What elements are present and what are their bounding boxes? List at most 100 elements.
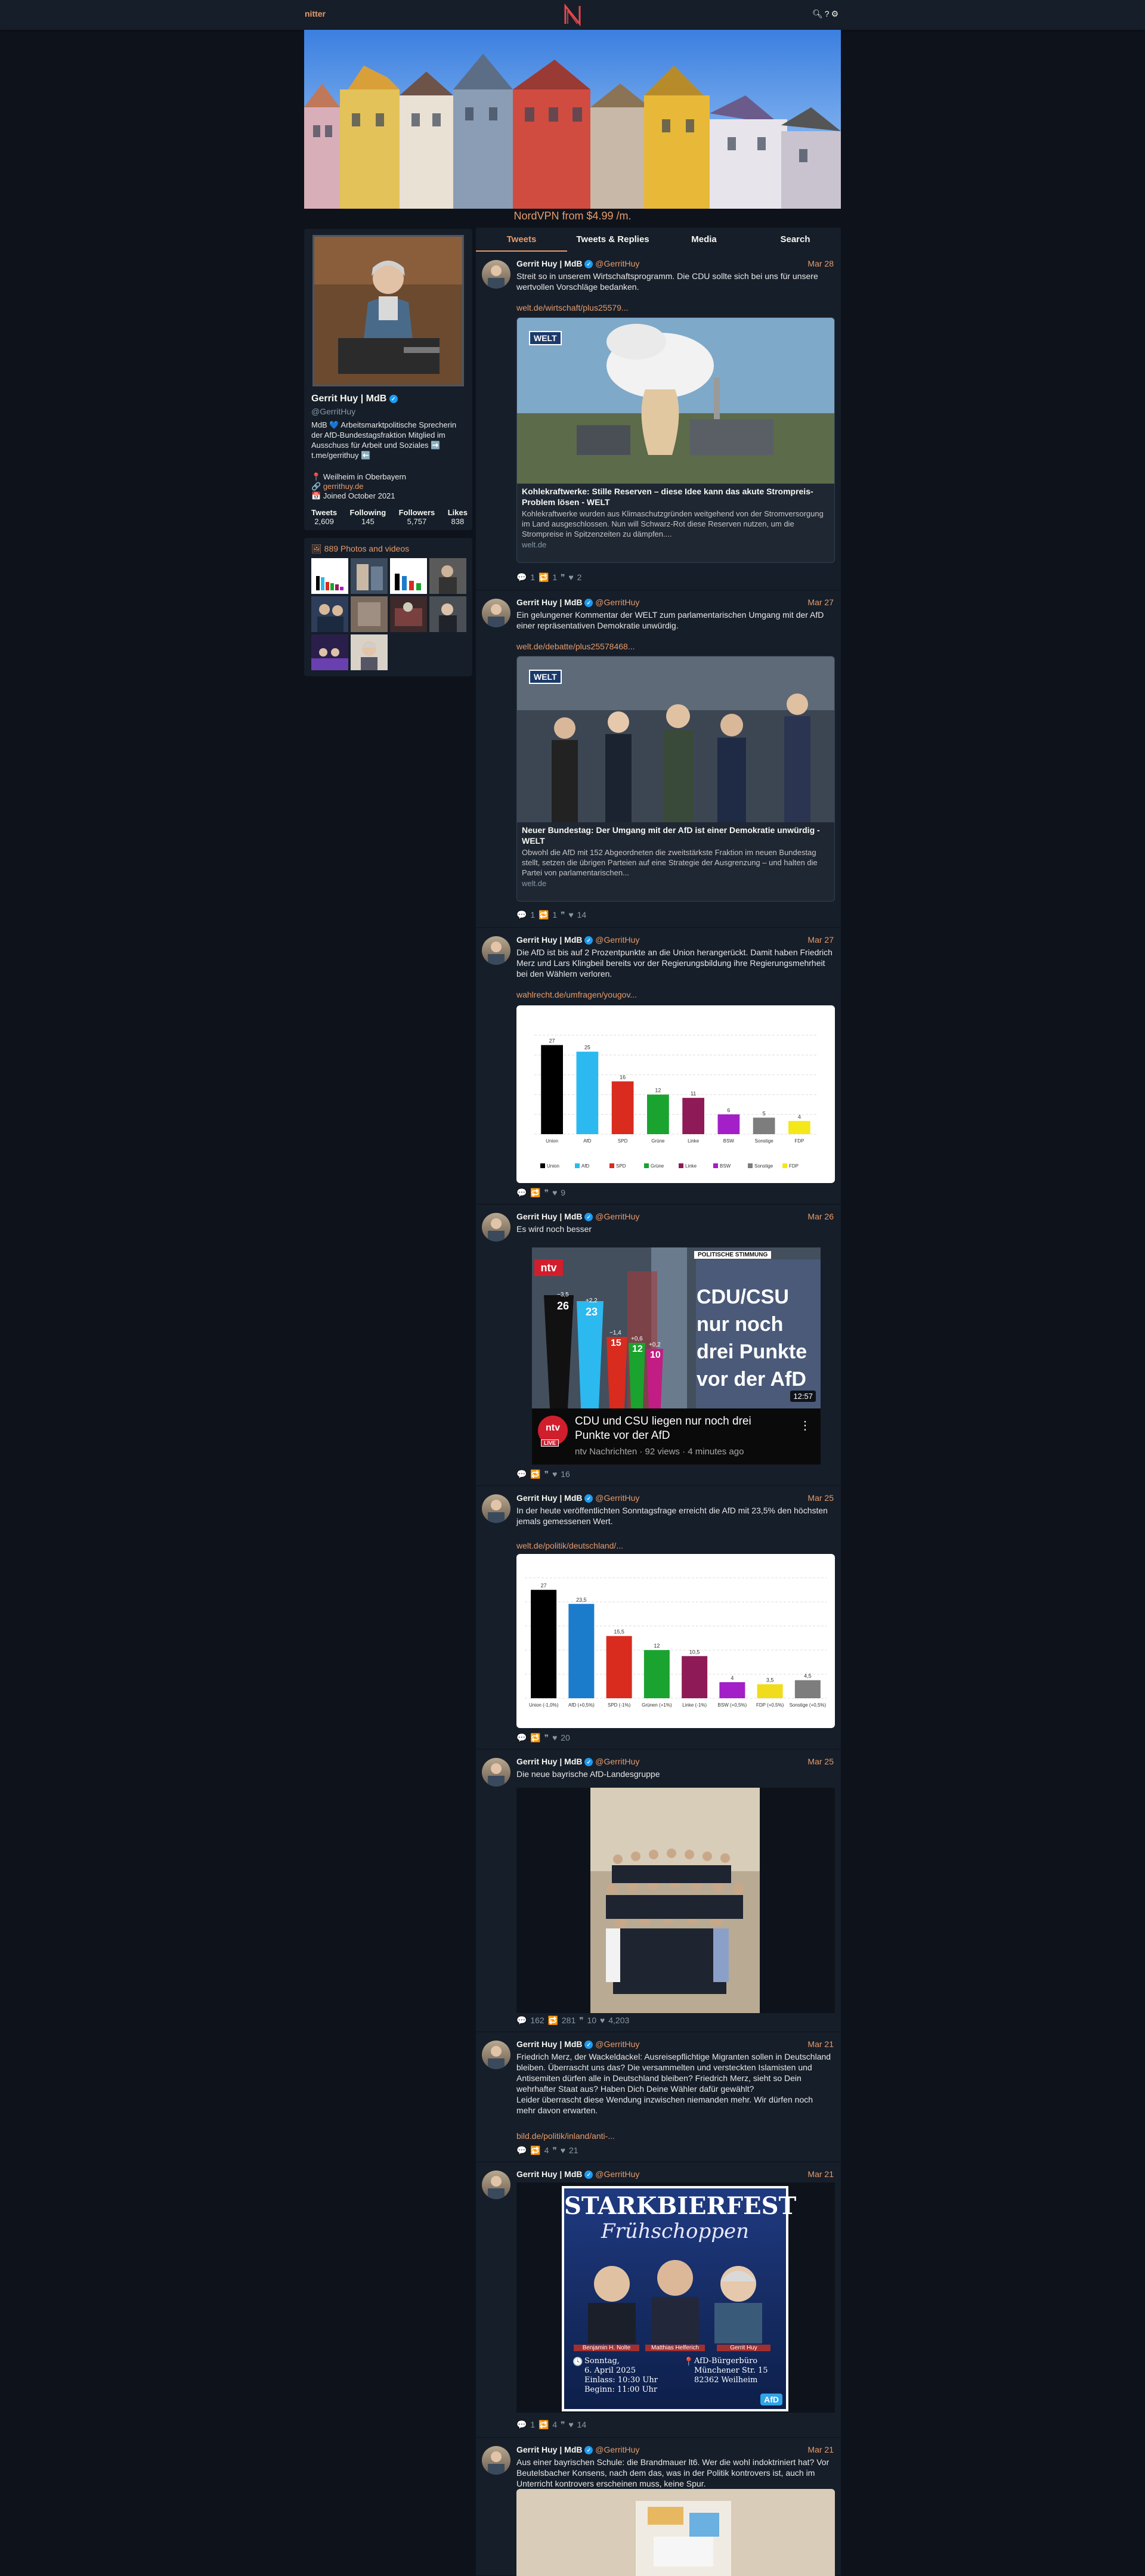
tweet-date[interactable]: Mar 27 [807, 935, 834, 945]
tweet-stats[interactable]: 💬 1 🔁 1 ❞ ♥ 2 [516, 572, 581, 583]
tab-media[interactable]: Media [658, 228, 750, 252]
tweet[interactable]: Gerrit Huy | MdB ✓ @GerritHuy Mar 21 Fri… [476, 2032, 841, 2162]
stat-tweets[interactable]: Tweets 2,609 [311, 508, 337, 526]
media-thumbnail[interactable] [429, 558, 466, 594]
nitter-logo-icon[interactable] [563, 4, 582, 26]
media-thumbnail[interactable] [311, 634, 348, 670]
media-thumbnail[interactable] [311, 596, 348, 632]
tweet[interactable]: Gerrit Huy | MdB ✓ @GerritHuy Mar 26 Es … [476, 1205, 841, 1486]
tweet-avatar[interactable] [482, 2446, 510, 2475]
tweet-date[interactable]: Mar 21 [807, 2039, 834, 2049]
tab-tweets[interactable]: Tweets [476, 228, 567, 252]
tweet-link[interactable]: welt.de/politik/deutschland/... [516, 1541, 623, 1550]
tweet-author-name[interactable]: Gerrit Huy | MdB [516, 597, 582, 607]
tweet-avatar[interactable] [482, 260, 510, 289]
tweet[interactable]: Gerrit Huy | MdB ✓ @GerritHuy Mar 25 Die… [476, 1750, 841, 2032]
profile-website-link[interactable]: gerrithuy.de [323, 482, 364, 491]
tweet-author-name[interactable]: Gerrit Huy | MdB [516, 2039, 582, 2049]
tweet-author-handle[interactable]: @GerritHuy [595, 1212, 639, 1221]
tab-tweets-replies[interactable]: Tweets & Replies [567, 228, 658, 252]
tweet-date[interactable]: Mar 21 [807, 2445, 834, 2454]
tweet-stats[interactable]: 💬 162 🔁 281 ❞ 10 ♥ 4,203 [516, 2015, 629, 2026]
tweet-author-name[interactable]: Gerrit Huy | MdB [516, 2445, 582, 2454]
media-thumbnail[interactable] [351, 596, 388, 632]
poster-person: Gerrit Huy [717, 2345, 770, 2351]
promo-link[interactable]: NordVPN from $4.99 /m. [304, 210, 841, 222]
search-icon[interactable]: 🔍︎ [812, 9, 825, 18]
tweet-author-handle[interactable]: @GerritHuy [595, 1493, 639, 1503]
tweet-avatar[interactable] [482, 1758, 510, 1787]
tweet-avatar[interactable] [482, 2171, 510, 2199]
tweet-avatar[interactable] [482, 2041, 510, 2069]
video-title[interactable]: CDU und CSU liegen nur noch drei Punkte … [575, 1414, 778, 1443]
settings-icon[interactable]: ⚙ [831, 9, 841, 18]
nitter-brand-link[interactable]: nitter [305, 9, 326, 18]
tweet-author-name[interactable]: Gerrit Huy | MdB [516, 259, 582, 268]
tweet-stats[interactable]: 💬 🔁 ❞ ♥ 9 [516, 1188, 565, 1198]
tweet[interactable]: Gerrit Huy | MdB ✓ @GerritHuy Mar 21 STA… [476, 2162, 841, 2438]
tab-search[interactable]: Search [750, 228, 841, 252]
tweet-stats[interactable]: 💬 🔁 ❞ ♥ 20 [516, 1733, 570, 1743]
tweet-link[interactable]: welt.de/wirtschaft/plus25579... [516, 303, 629, 312]
tweet-author-name[interactable]: Gerrit Huy | MdB [516, 1212, 582, 1221]
tweet-author-handle[interactable]: @GerritHuy [595, 259, 639, 268]
tweet-author-handle[interactable]: @GerritHuy [595, 1757, 639, 1766]
stat-following[interactable]: Following 145 [350, 508, 386, 526]
profile-avatar[interactable] [312, 235, 464, 386]
video-embed[interactable]: ntv POLITISCHE STIMMUNG CDU/CSU nur noch… [532, 1247, 821, 1465]
stat-followers[interactable]: Followers 5,757 [399, 508, 435, 526]
tweet[interactable]: Gerrit Huy | MdB ✓ @GerritHuy Mar 21 Aus… [476, 2438, 841, 2576]
tweet-date[interactable]: Mar 25 [807, 1757, 834, 1766]
tweet[interactable]: Gerrit Huy | MdB ✓ @GerritHuy Mar 27 Die… [476, 928, 841, 1205]
tweet[interactable]: Gerrit Huy | MdB ✓ @GerritHuy Mar 28 Str… [476, 252, 841, 590]
media-thumbnail[interactable] [351, 558, 388, 594]
tweet-author-name[interactable]: Gerrit Huy | MdB [516, 1757, 582, 1766]
profile-handle[interactable]: @GerritHuy [311, 407, 355, 416]
media-thumbnail[interactable] [390, 558, 427, 594]
tweet-link[interactable]: wahlrecht.de/umfragen/yougov... [516, 990, 637, 999]
tweet-photo[interactable] [516, 2489, 835, 2576]
tweet-date[interactable]: Mar 25 [807, 1493, 834, 1503]
chart-bar [753, 1117, 775, 1134]
tweet-date[interactable]: Mar 21 [807, 2169, 834, 2179]
media-thumbnail[interactable] [429, 596, 466, 632]
profile-banner[interactable] [304, 30, 841, 209]
tweet[interactable]: Gerrit Huy | MdB ✓ @GerritHuy Mar 25 In … [476, 1486, 841, 1750]
tweet-author-handle[interactable]: @GerritHuy [595, 597, 639, 607]
link-card[interactable]: WELT Neuer Bundestag: Der Umgang mit der… [516, 656, 835, 902]
tweet-link[interactable]: bild.de/politik/inland/anti-... [516, 2131, 615, 2141]
tweet-avatar[interactable] [482, 1494, 510, 1523]
profile-name[interactable]: Gerrit Huy | MdB [311, 394, 386, 404]
poll-chart-image[interactable]: 27 Union (-1,0%) 23,5 AfD (+0,5%) 15,5 SPD (-… [516, 1554, 835, 1728]
stat-likes[interactable]: Likes 838 [448, 508, 468, 526]
tweet-date[interactable]: Mar 26 [807, 1212, 834, 1221]
tweet-author-name[interactable]: Gerrit Huy | MdB [516, 1493, 582, 1503]
link-card[interactable]: WELT Kohlekraftwerke: Stille Reserven – … [516, 317, 835, 563]
tweet-stats[interactable]: 💬 1 🔁 4 ❞ ♥ 14 [516, 2420, 586, 2430]
tweet-photo[interactable]: STARKBIERFEST Frühschoppen Benjamin H. N… [516, 2182, 835, 2413]
tweet-stats[interactable]: 💬 🔁 ❞ ♥ 16 [516, 1469, 570, 1479]
tweet-avatar[interactable] [482, 1213, 510, 1241]
tweet-link[interactable]: welt.de/debatte/plus25578468... [516, 642, 635, 651]
media-thumbnail[interactable] [390, 596, 427, 632]
help-icon[interactable]: ? [825, 9, 831, 18]
media-thumbnail[interactable] [311, 558, 348, 594]
tweet-author-handle[interactable]: @GerritHuy [595, 2445, 639, 2454]
tweet-author-name[interactable]: Gerrit Huy | MdB [516, 935, 582, 945]
media-thumbnail[interactable] [351, 634, 388, 670]
tweet-text: Es wird noch besser [516, 1224, 592, 1234]
tweet[interactable]: Gerrit Huy | MdB ✓ @GerritHuy Mar 27 Ein… [476, 590, 841, 928]
tweet-date[interactable]: Mar 27 [807, 597, 834, 607]
tweet-avatar[interactable] [482, 599, 510, 627]
tweet-stats[interactable]: 💬 1 🔁 1 ❞ ♥ 14 [516, 910, 586, 920]
tweet-author-name[interactable]: Gerrit Huy | MdB [516, 2169, 582, 2179]
tweet-author-handle[interactable]: @GerritHuy [595, 2039, 639, 2049]
tweet-date[interactable]: Mar 28 [807, 259, 834, 268]
tweet-stats[interactable]: 💬 🔁 4 ❞ ♥ 21 [516, 2145, 578, 2156]
tweet-avatar[interactable] [482, 936, 510, 965]
tweet-photo[interactable] [516, 1788, 835, 2013]
tweet-author-handle[interactable]: @GerritHuy [595, 935, 639, 945]
poll-chart-image[interactable]: 27 Union Union 25 AfD AfD 16 SPD SPD 12 Grüne Grüne… [516, 1005, 835, 1183]
more-options-icon[interactable]: ⋮ [799, 1418, 811, 1433]
tweet-author-handle[interactable]: @GerritHuy [595, 2169, 639, 2179]
